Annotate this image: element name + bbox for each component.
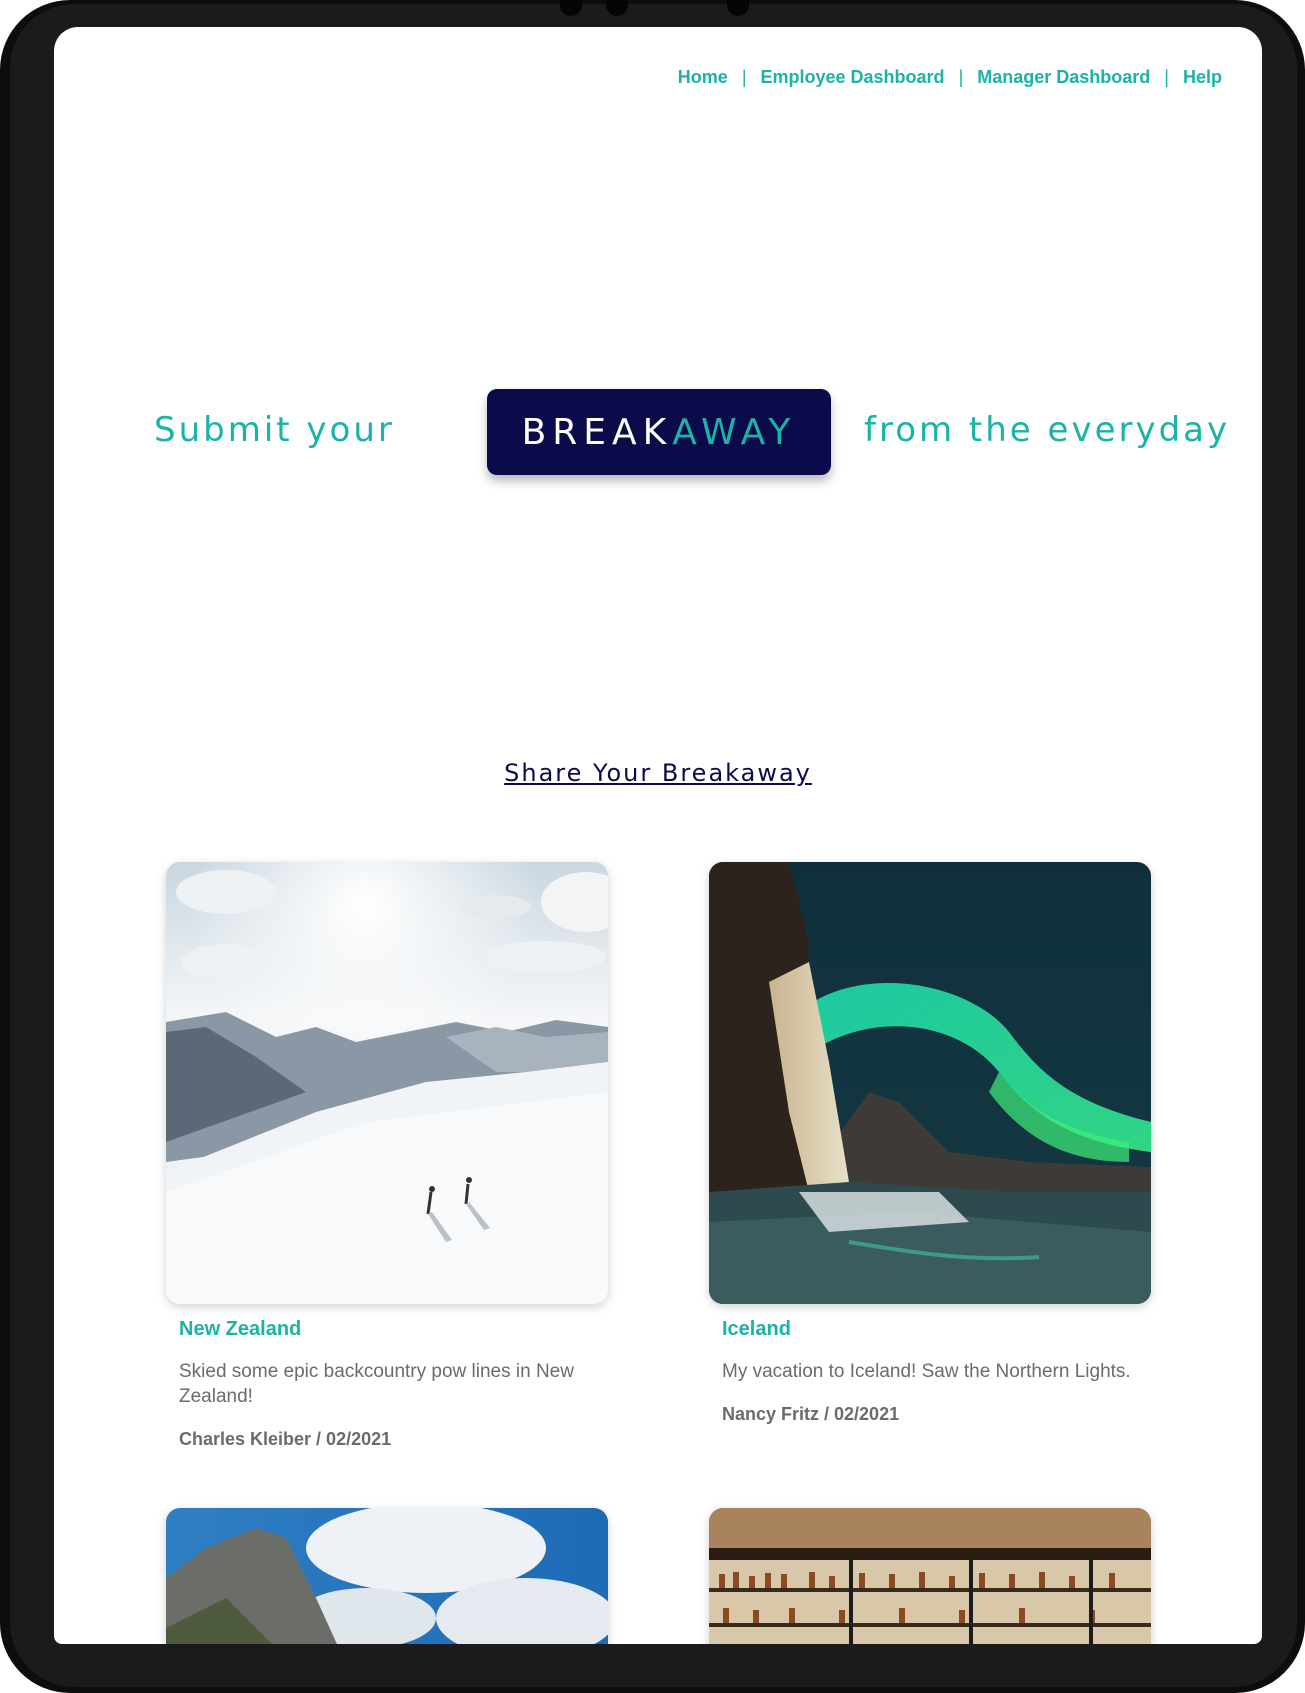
top-navigation: Home | Employee Dashboard | Manager Dash… bbox=[678, 67, 1222, 88]
hero-right-text: from the everyday bbox=[864, 410, 1231, 450]
logo-text-away: AWAY bbox=[672, 411, 797, 453]
hero-left-text: Submit your bbox=[154, 410, 395, 450]
nav-employee-dashboard-link[interactable]: Employee Dashboard bbox=[761, 67, 945, 88]
breakaway-logo: BREAK AWAY bbox=[487, 389, 831, 475]
sensor-icon bbox=[727, 0, 749, 16]
post-title: Iceland bbox=[722, 1318, 791, 1340]
post-author-date: Charles Kleiber / 02/2021 bbox=[179, 1429, 392, 1449]
post-card[interactable]: Iceland My vacation to Iceland! Saw the … bbox=[709, 862, 1151, 1425]
post-author-date: Nancy Fritz / 02/2021 bbox=[722, 1404, 900, 1424]
post-title: New Zealand bbox=[179, 1318, 302, 1340]
post-image-northern-lights bbox=[709, 862, 1151, 1304]
screen: Home | Employee Dashboard | Manager Dash… bbox=[54, 27, 1262, 1644]
post-card[interactable] bbox=[709, 1508, 1151, 1644]
post-card[interactable]: New Zealand Skied some epic backcountry … bbox=[166, 862, 608, 1450]
nav-help-link[interactable]: Help bbox=[1183, 67, 1222, 88]
post-description: Skied some epic backcountry pow lines in… bbox=[179, 1361, 574, 1407]
post-image-restaurant-bar bbox=[709, 1508, 1151, 1644]
post-image-snowy-mountains bbox=[166, 862, 608, 1304]
logo-text-break: BREAK bbox=[521, 411, 673, 453]
post-image-mountain bbox=[166, 1508, 608, 1644]
nav-separator: | bbox=[958, 67, 964, 87]
camera-icon bbox=[606, 0, 628, 16]
post-description: My vacation to Iceland! Saw the Northern… bbox=[722, 1361, 1131, 1382]
nav-separator: | bbox=[741, 67, 747, 87]
post-card[interactable] bbox=[166, 1508, 608, 1644]
nav-home-link[interactable]: Home bbox=[678, 67, 728, 88]
nav-separator: | bbox=[1164, 67, 1169, 87]
share-breakaway-link[interactable]: Share Your Breakaway bbox=[54, 759, 1262, 787]
camera-icon bbox=[560, 0, 582, 16]
nav-manager-dashboard-link[interactable]: Manager Dashboard bbox=[977, 67, 1150, 88]
tablet-frame: Home | Employee Dashboard | Manager Dash… bbox=[0, 0, 1305, 1693]
